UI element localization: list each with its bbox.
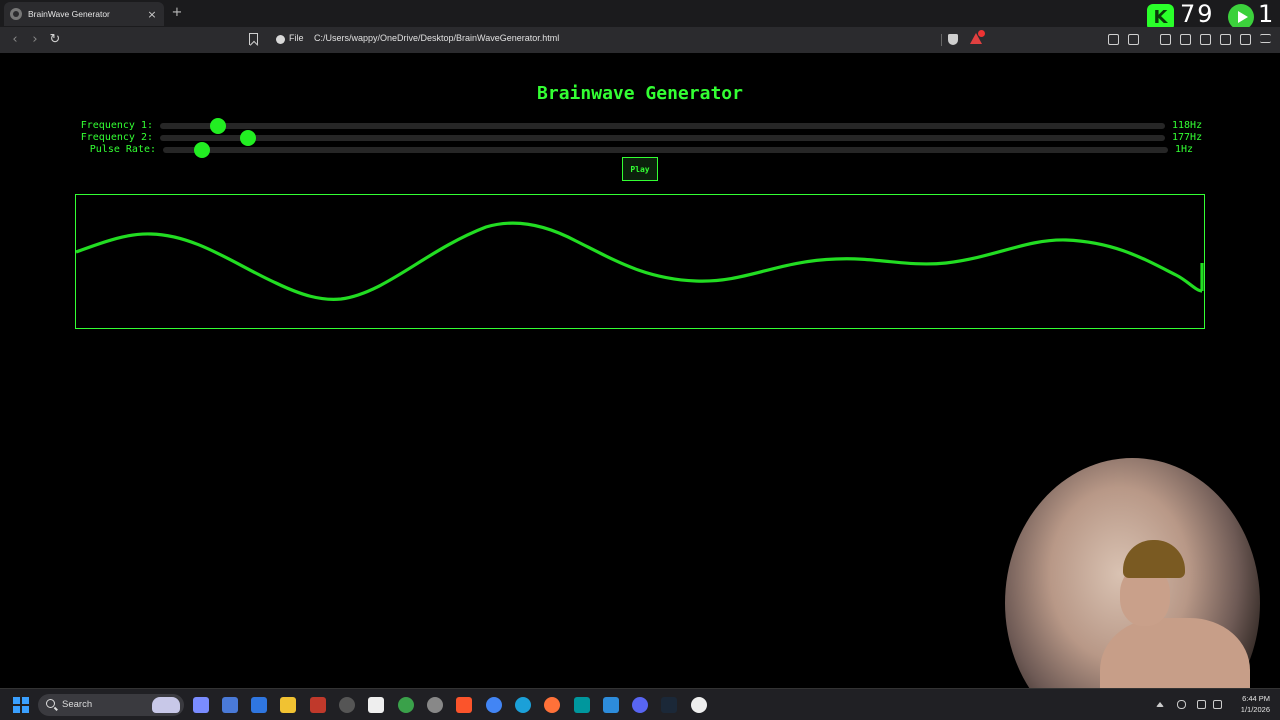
network-icon[interactable] <box>1197 700 1206 709</box>
pulse-rate-slider[interactable] <box>163 142 1168 158</box>
app-icon-2[interactable] <box>251 697 267 713</box>
download-icon[interactable] <box>1160 34 1171 45</box>
app-icon-6[interactable] <box>427 697 443 713</box>
frequency-1-label: Frequency 1: <box>80 120 153 131</box>
frequency-1-value: 118Hz <box>1172 120 1203 131</box>
app-icon-3[interactable] <box>310 697 326 713</box>
clock-time[interactable]: 6:44 PM <box>1220 694 1270 703</box>
frequency-1-slider[interactable] <box>160 118 1165 134</box>
show-hidden-icons[interactable] <box>1156 702 1164 707</box>
search-placeholder: Search <box>62 699 93 710</box>
vpn-icon[interactable] <box>1240 34 1251 45</box>
wallet-icon[interactable] <box>1200 34 1211 45</box>
windows-taskbar: Search 6:44 PM 1/1/2026 <box>0 688 1280 720</box>
tab-title: BrainWave Generator <box>28 9 110 19</box>
globe-icon <box>10 8 22 20</box>
chrome-icon[interactable] <box>486 697 502 713</box>
reload-button[interactable]: ↻ <box>46 31 64 49</box>
extensions-icon[interactable] <box>1108 34 1119 45</box>
search-highlight-icon <box>152 697 180 713</box>
brave-shield-icon[interactable] <box>948 34 958 45</box>
brave-icon[interactable] <box>456 697 472 713</box>
frequency-2-label: Frequency 2: <box>80 132 153 143</box>
play-button[interactable]: Play <box>622 157 658 181</box>
waveform-line <box>76 221 1203 301</box>
toolbar-divider <box>941 34 942 46</box>
app-icon-4[interactable] <box>339 697 355 713</box>
stream-count-left: 79 <box>1180 0 1215 28</box>
stream-count-right: 1 <box>1258 0 1274 28</box>
address-bar[interactable]: C:/Users/wappy/OneDrive/Desktop/BrainWav… <box>314 33 559 43</box>
frequency-1-thumb[interactable] <box>210 118 226 134</box>
browser-tab-active[interactable]: BrainWave Generator × <box>4 2 164 26</box>
discord-icon[interactable] <box>632 697 648 713</box>
tab-search-icon[interactable] <box>1128 34 1139 45</box>
search-icon <box>46 699 55 708</box>
clock-date[interactable]: 1/1/2026 <box>1220 705 1270 714</box>
edge-icon[interactable] <box>515 697 531 713</box>
taskbar-search-box[interactable]: Search <box>38 694 184 716</box>
menu-icon[interactable] <box>1260 34 1271 43</box>
windows-start-icon[interactable] <box>13 697 29 713</box>
firefox-icon[interactable] <box>544 697 560 713</box>
notification-badge <box>978 30 985 37</box>
frequency-2-value: 177Hz <box>1172 132 1203 143</box>
pulse-rate-value: 1Hz <box>1175 144 1194 155</box>
steam-icon[interactable] <box>661 697 677 713</box>
bookmark-icon[interactable] <box>249 33 258 45</box>
file-explorer-icon[interactable] <box>280 697 296 713</box>
waveform-svg <box>76 221 1204 301</box>
frequency-2-thumb[interactable] <box>240 130 256 146</box>
leo-ai-icon[interactable] <box>1220 34 1231 45</box>
app-icon-1[interactable] <box>222 697 238 713</box>
waveform-canvas <box>75 194 1205 329</box>
tab-close-icon[interactable]: × <box>146 8 158 21</box>
capcut-icon[interactable] <box>368 697 384 713</box>
app-icon-5[interactable] <box>398 697 414 713</box>
pulse-rate-thumb[interactable] <box>194 142 210 158</box>
vscode-icon[interactable] <box>603 697 619 713</box>
back-button[interactable]: ‹ <box>6 31 24 49</box>
app-icon-7[interactable] <box>691 697 707 713</box>
tab-strip: BrainWave Generator × + K 79 1 <box>0 0 1280 31</box>
frequency-2-slider[interactable] <box>160 130 1165 146</box>
url-scheme-label: File <box>289 33 304 43</box>
new-tab-button[interactable]: + <box>170 5 184 20</box>
info-icon[interactable] <box>276 35 285 44</box>
webcam-overlay <box>1005 458 1260 720</box>
pulse-rate-label: Pulse Rate: <box>89 144 156 155</box>
webcam-person-beanie <box>1123 540 1185 578</box>
page-title: Brainwave Generator <box>537 83 743 104</box>
task-view-icon[interactable] <box>193 697 209 713</box>
forward-button[interactable]: › <box>26 31 44 49</box>
arduino-icon[interactable] <box>574 697 590 713</box>
browser-toolbar: ‹ › ↻ File C:/Users/wappy/OneDrive/Deskt… <box>0 27 1280 53</box>
page-content: Brainwave Generator Frequency 1: 118Hz F… <box>0 53 1280 720</box>
microphone-icon[interactable] <box>1177 700 1186 709</box>
sidebar-icon[interactable] <box>1180 34 1191 45</box>
